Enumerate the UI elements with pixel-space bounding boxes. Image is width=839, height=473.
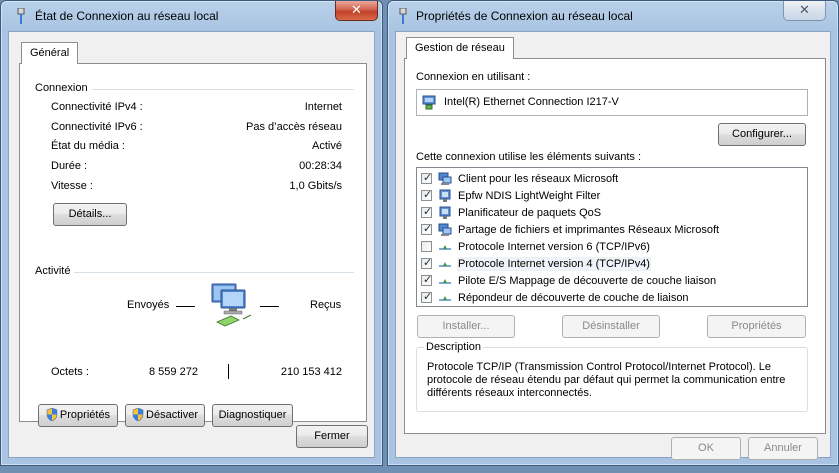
media-state-label: État du média : — [51, 140, 125, 152]
protocol-icon — [439, 279, 451, 284]
speed-value: 1,0 Gbits/s — [289, 180, 342, 192]
checkbox[interactable]: ✓ — [421, 274, 432, 286]
media-state-value: Activé — [312, 140, 342, 152]
list-item[interactable]: ✓ Répondeur de découverte de couche de l… — [421, 290, 803, 307]
uac-shield-icon — [46, 408, 58, 421]
connection-group-header: Connexion — [35, 82, 354, 96]
properties-window-client: Gestion de réseau Connexion en utilisant… — [395, 31, 831, 460]
properties-window-title: Propriétés de Connexion au réseau local — [416, 9, 633, 23]
checkbox[interactable]: ✓ — [421, 172, 432, 184]
network-service-icon — [439, 206, 451, 219]
list-item[interactable]: ✓ Pilote E/S Mappage de découverte de co… — [421, 273, 803, 290]
adapter-field[interactable]: Intel(R) Ethernet Connection I217-V — [416, 89, 808, 116]
tab-networking[interactable]: Gestion de réseau — [406, 37, 514, 59]
properties-button[interactable]: Propriétés — [38, 404, 118, 427]
protocol-icon — [439, 245, 451, 250]
status-window: État de Connexion au réseau local ✕ Géné… — [0, 0, 383, 466]
components-list[interactable]: ✓ Client pour les réseaux Microsoft ✓ Ep… — [416, 167, 808, 307]
checkbox[interactable]: ✓ — [421, 291, 432, 303]
network-client-icon — [438, 172, 452, 185]
connection-heading: Connexion — [35, 82, 92, 94]
network-adapter-icon — [399, 8, 407, 24]
speed-label: Vitesse : — [51, 180, 93, 192]
activity-group-header: Activité — [35, 265, 354, 279]
uac-shield-icon — [132, 408, 144, 421]
description-group: Description Protocole TCP/IP (Transmissi… — [416, 341, 808, 412]
description-text: Protocole TCP/IP (Transmission Control P… — [427, 361, 786, 399]
disable-button[interactable]: Désactiver — [125, 404, 205, 427]
network-computers-icon — [211, 283, 252, 327]
adapter-name: Intel(R) Ethernet Connection I217-V — [444, 96, 619, 108]
list-item[interactable]: ✓ Planificateur de paquets QoS — [421, 205, 803, 222]
description-heading: Description — [424, 341, 484, 353]
sent-dash — [176, 306, 195, 307]
checkbox[interactable]: ✓ — [421, 223, 432, 235]
connection-row: Connectivité IPv6 : Pas d’accès réseau — [51, 121, 342, 135]
protocol-icon — [439, 262, 451, 267]
close-button[interactable]: Fermer — [296, 425, 368, 448]
connection-row: État du média : Activé — [51, 140, 342, 154]
ethernet-adapter-icon — [422, 95, 436, 110]
checkbox[interactable] — [421, 241, 432, 252]
list-item[interactable]: ✓ Client pour les réseaux Microsoft — [421, 171, 803, 188]
tab-general[interactable]: Général — [21, 42, 79, 64]
connection-row: Vitesse : 1,0 Gbits/s — [51, 180, 342, 194]
octets-row: Octets : 8 559 272 210 153 412 — [51, 366, 342, 380]
list-item[interactable]: ✓ Epfw NDIS LightWeight Filter — [421, 188, 803, 205]
connection-row: Durée : 00:28:34 — [51, 160, 342, 174]
status-window-title: État de Connexion au réseau local — [35, 9, 219, 23]
disable-button-label: Désactiver — [146, 409, 198, 421]
status-window-client: Général Connexion Connectivité IPv4 : In… — [8, 31, 375, 458]
octets-received-value: 210 153 412 — [280, 366, 342, 378]
list-item[interactable]: Protocole Internet version 6 (TCP/IPv6) — [421, 239, 803, 256]
items-label: Cette connexion utilise les éléments sui… — [416, 151, 642, 163]
connect-using-label: Connexion en utilisant : — [416, 71, 531, 83]
status-window-titlebar[interactable]: État de Connexion au réseau local ✕ — [1, 1, 382, 31]
network-service-icon — [439, 189, 451, 202]
properties-window-close-button[interactable]: ✕ — [783, 1, 826, 21]
ok-button[interactable]: OK — [671, 437, 741, 460]
properties-window-titlebar[interactable]: Propriétés de Connexion au réseau local … — [388, 1, 838, 31]
checkbox[interactable]: ✓ — [421, 257, 432, 269]
octets-sent-value: 8 559 272 — [149, 366, 198, 378]
properties-button-label: Propriétés — [59, 409, 111, 421]
ipv4-label: Connectivité IPv4 : — [51, 101, 143, 113]
general-tab-panel: Connexion Connectivité IPv4 : Internet C… — [19, 63, 367, 427]
ipv4-value: Internet — [304, 101, 342, 113]
ipv6-value: Pas d’accès réseau — [246, 121, 342, 133]
diagnose-button[interactable]: Diagnostiquer — [212, 404, 293, 427]
item-properties-button[interactable]: Propriétés — [707, 315, 806, 338]
received-label: Reçus — [310, 299, 342, 311]
status-window-close-button[interactable]: ✕ — [335, 1, 378, 21]
activity-heading: Activité — [35, 265, 75, 277]
install-button[interactable]: Installer... — [417, 315, 515, 338]
properties-window: Propriétés de Connexion au réseau local … — [387, 0, 839, 466]
details-button[interactable]: Détails... — [53, 203, 127, 226]
sent-label: Envoyés — [127, 299, 170, 311]
list-item[interactable]: ✓ Protocole Internet version 4 (TCP/IPv4… — [421, 256, 803, 273]
networking-tab-panel: Connexion en utilisant : Intel(R) Ethern… — [404, 58, 826, 434]
cancel-button[interactable]: Annuler — [748, 437, 818, 460]
network-adapter-icon — [17, 8, 25, 24]
duration-label: Durée : — [51, 160, 88, 172]
duration-value: 00:28:34 — [299, 160, 342, 172]
checkbox[interactable]: ✓ — [421, 189, 432, 201]
checkbox[interactable]: ✓ — [421, 206, 432, 218]
ipv6-label: Connectivité IPv6 : — [51, 121, 143, 133]
connection-row: Connectivité IPv4 : Internet — [51, 101, 342, 115]
network-client-icon — [438, 223, 452, 236]
configure-button[interactable]: Configurer... — [718, 123, 806, 146]
received-dash — [260, 306, 279, 307]
list-item[interactable]: ✓ Partage de fichiers et imprimantes Rés… — [421, 222, 803, 239]
protocol-icon — [439, 296, 451, 301]
uninstall-button[interactable]: Désinstaller — [562, 315, 660, 338]
octets-label: Octets : — [51, 366, 89, 378]
